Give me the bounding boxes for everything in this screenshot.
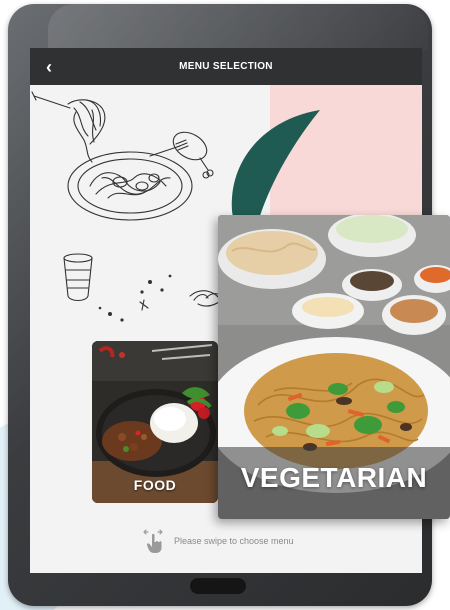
swipe-hand-icon [143, 529, 163, 553]
page-title: MENU SELECTION [179, 61, 273, 72]
menu-card-food[interactable]: FOOD [92, 341, 218, 503]
swipe-hint-text: Please swipe to choose menu [174, 536, 294, 546]
top-app-bar: MENU SELECTION ‹ [30, 48, 422, 85]
marketing-scene: MENU SELECTION ‹ FOOD Please swipe to ch… [0, 0, 450, 610]
menu-card-food-label: FOOD [133, 477, 177, 493]
menu-card-vegetarian-label: VEGETARIAN [240, 462, 428, 493]
chevron-left-icon: ‹ [46, 57, 52, 77]
home-button[interactable] [190, 578, 246, 594]
menu-card-vegetarian[interactable]: VEGETARIAN [218, 215, 450, 519]
back-button[interactable]: ‹ [36, 54, 62, 80]
pasta-sketch-illustration [31, 91, 227, 322]
swipe-hint: Please swipe to choose menu [142, 528, 294, 554]
tablet-sheen [48, 4, 428, 50]
